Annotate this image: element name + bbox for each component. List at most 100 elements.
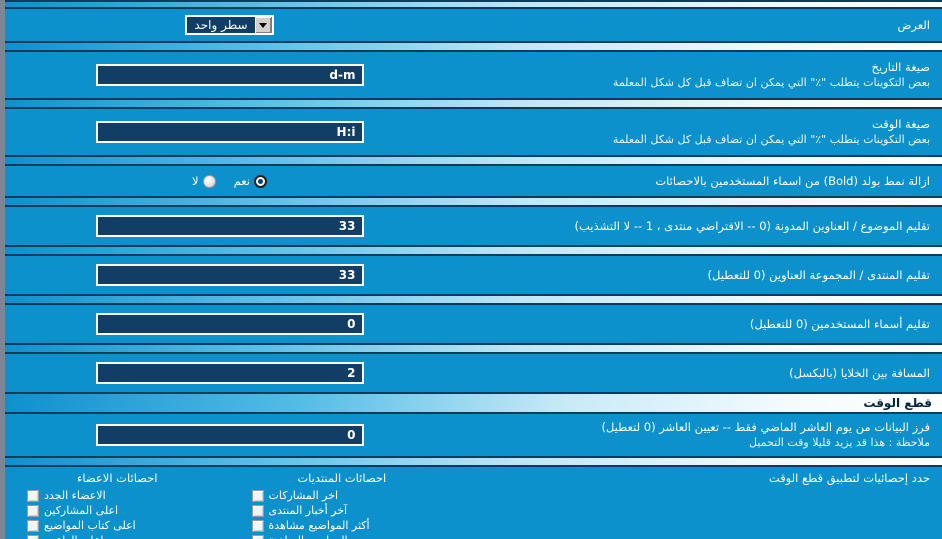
separator-3 xyxy=(5,155,942,166)
stats-column-members: احصائات الاعضاء الاعضاء الجدد اعلى المشا… xyxy=(5,471,230,539)
radio-unselected-icon[interactable] xyxy=(202,174,216,188)
list-item-label: أكثر المواضيع مشاهدة xyxy=(268,519,370,532)
separator-8 xyxy=(5,456,942,467)
row-display: العرض سطر واحد xyxy=(5,9,942,41)
row-time-format: صيغة الوقت بعض التكوينات يتطلب "٪" التي … xyxy=(5,109,942,155)
time-format-input[interactable] xyxy=(95,121,364,143)
chevron-down-icon[interactable] xyxy=(254,17,272,33)
cell-spacing-input[interactable] xyxy=(95,362,364,384)
checkbox-icon[interactable] xyxy=(251,489,264,502)
list-item-label: اعلى كتاب المواضيع xyxy=(44,519,136,532)
row-trim-thread-titles-labels: تقليم الموضوع / العناوين المدونة (0 -- ا… xyxy=(454,219,942,234)
row-time-cut-control xyxy=(5,424,454,446)
stats-column-members-title: احصائات الاعضاء xyxy=(77,471,158,485)
remove-bold-radio-yes[interactable]: نعم xyxy=(234,174,267,188)
list-item-label: اعلى المشاركين xyxy=(44,504,119,517)
row-time-cut: فرز البيانات من يوم العاشر الماضي فقط --… xyxy=(5,414,942,456)
checkbox-icon[interactable] xyxy=(251,504,264,517)
stats-column-forums-list: اخر المشاركات آخر أخبار المنتدى أكثر الم… xyxy=(234,489,451,539)
row-date-format-labels: صيغة التاريخ بعض التكوينات يتطلب "٪" الت… xyxy=(454,60,942,90)
row-date-format-desc: بعض التكوينات يتطلب "٪" التي يمكن ان تضا… xyxy=(612,76,930,89)
checkbox-icon[interactable] xyxy=(251,519,264,532)
row-display-control: سطر واحد xyxy=(5,15,454,35)
list-item[interactable]: اعلى الداعين xyxy=(27,534,103,539)
remove-bold-radio-no[interactable]: لا xyxy=(192,174,216,188)
row-cell-spacing-control xyxy=(5,362,454,384)
row-display-labels: العرض xyxy=(454,18,942,33)
row-display-label: العرض xyxy=(897,17,931,32)
stats-column-members-list: الاعضاء الجدد اعلى المشاركين اعلى كتاب ا… xyxy=(9,489,226,539)
row-cell-spacing-labels: المسافة بين الخلايا (بالبكسل) xyxy=(454,366,942,381)
row-trim-forum-titles-label: تقليم المنتدى / المجموعة العناوين (0 للت… xyxy=(707,267,930,282)
row-cell-spacing-label: المسافة بين الخلايا (بالبكسل) xyxy=(789,365,930,380)
row-date-format-label: صيغة التاريخ xyxy=(871,60,930,74)
separator-6 xyxy=(5,294,942,305)
time-cut-input[interactable] xyxy=(95,424,364,446)
remove-bold-radio-group: نعم لا xyxy=(192,174,267,188)
row-time-format-desc: بعض التكوينات يتطلب "٪" التي يمكن ان تضا… xyxy=(612,133,930,146)
row-time-format-label: صيغة الوقت xyxy=(871,117,930,131)
row-date-format: صيغة التاريخ بعض التكوينات يتطلب "٪" الت… xyxy=(5,52,942,98)
row-time-cut-note: ملاحظة : هذا قد يزيد قليلا وقت التحميل xyxy=(749,436,930,449)
separator-7 xyxy=(5,343,942,354)
list-item-label: اعلى الداعين xyxy=(44,534,103,539)
date-format-input[interactable] xyxy=(95,64,364,86)
list-item[interactable]: أكثر المواضيع مشاهدة xyxy=(251,519,370,532)
list-item-label: المواضيع الساخنة xyxy=(269,534,348,539)
settings-form-page: العرض سطر واحد صيغة التاريخ بعض التكوينا… xyxy=(0,0,942,539)
list-item-label: الاعضاء الجدد xyxy=(44,489,106,502)
row-remove-bold-labels: ازالة نمط بولد (Bold) من اسماء المستخدمي… xyxy=(454,174,942,189)
checkbox-icon[interactable] xyxy=(27,534,39,539)
row-trim-usernames-control xyxy=(5,313,454,335)
checkbox-icon[interactable] xyxy=(27,519,39,532)
row-remove-bold: ازالة نمط بولد (Bold) من اسماء المستخدمي… xyxy=(5,166,942,196)
remove-bold-radio-no-label: لا xyxy=(192,174,199,188)
row-trim-usernames-labels: تقليم أسماء المستخدمين (0 للتعطيل) xyxy=(454,317,942,332)
row-trim-thread-titles: تقليم الموضوع / العناوين المدونة (0 -- ا… xyxy=(5,207,942,245)
list-item-label: آخر أخبار المنتدى xyxy=(268,504,348,517)
trim-usernames-input[interactable] xyxy=(95,313,364,335)
row-date-format-control xyxy=(5,64,454,86)
list-item[interactable]: اخر المشاركات xyxy=(251,489,339,502)
row-trim-usernames-label: تقليم أسماء المستخدمين (0 للتعطيل) xyxy=(749,316,930,331)
stats-column-forums-title: احصائات المنتديات xyxy=(297,471,387,485)
row-remove-bold-control: نعم لا xyxy=(5,174,454,188)
row-time-format-labels: صيغة الوقت بعض التكوينات يتطلب "٪" التي … xyxy=(454,117,942,147)
checkbox-icon[interactable] xyxy=(27,489,39,502)
display-mode-select-value: سطر واحد xyxy=(194,18,248,32)
separator-5 xyxy=(5,245,942,256)
row-trim-forum-titles: تقليم المنتدى / المجموعة العناوين (0 للت… xyxy=(5,256,942,294)
row-time-format-control xyxy=(5,121,454,143)
list-item-label: اخر المشاركات xyxy=(268,489,339,502)
list-item[interactable]: آخر أخبار المنتدى xyxy=(251,504,348,517)
section-header-time-cut-title: قطع الوقت xyxy=(863,396,932,410)
separator-4 xyxy=(5,196,942,207)
row-time-cut-label: فرز البيانات من يوم العاشر الماضي فقط --… xyxy=(601,420,930,434)
list-item[interactable]: اعلى كتاب المواضيع xyxy=(27,519,136,532)
row-trim-forum-titles-control xyxy=(5,264,454,286)
trim-forum-titles-input[interactable] xyxy=(95,264,364,286)
time-cut-stats-section: حدد إحصائيات لتطبيق قطع الوقت احصائات ال… xyxy=(5,467,942,539)
time-cut-stats-heading: حدد إحصائيات لتطبيق قطع الوقت xyxy=(768,471,930,485)
row-trim-forum-titles-labels: تقليم المنتدى / المجموعة العناوين (0 للت… xyxy=(454,268,942,283)
list-item[interactable]: الاعضاء الجدد xyxy=(27,489,106,502)
checkbox-icon[interactable] xyxy=(251,534,264,539)
separator-top xyxy=(5,0,942,9)
section-header-time-cut: قطع الوقت xyxy=(5,392,942,414)
row-trim-thread-titles-label: تقليم الموضوع / العناوين المدونة (0 -- ا… xyxy=(574,218,930,233)
list-item[interactable]: اعلى المشاركين xyxy=(27,504,118,517)
row-remove-bold-label: ازالة نمط بولد (Bold) من اسماء المستخدمي… xyxy=(655,173,930,188)
checkbox-icon[interactable] xyxy=(27,504,39,517)
list-item[interactable]: المواضيع الساخنة xyxy=(251,534,348,539)
separator-1 xyxy=(5,41,942,52)
time-cut-stats-columns: احصائات المنتديات اخر المشاركات آخر أخبا… xyxy=(5,471,454,539)
row-cell-spacing: المسافة بين الخلايا (بالبكسل) xyxy=(5,354,942,392)
display-mode-select[interactable]: سطر واحد xyxy=(185,15,274,35)
row-trim-thread-titles-control xyxy=(5,215,454,237)
radio-selected-icon[interactable] xyxy=(253,174,267,188)
row-time-cut-labels: فرز البيانات من يوم العاشر الماضي فقط --… xyxy=(454,420,942,450)
stats-column-forums: احصائات المنتديات اخر المشاركات آخر أخبا… xyxy=(230,471,455,539)
remove-bold-radio-yes-label: نعم xyxy=(233,174,250,188)
trim-thread-titles-input[interactable] xyxy=(95,215,364,237)
row-trim-usernames: تقليم أسماء المستخدمين (0 للتعطيل) xyxy=(5,305,942,343)
